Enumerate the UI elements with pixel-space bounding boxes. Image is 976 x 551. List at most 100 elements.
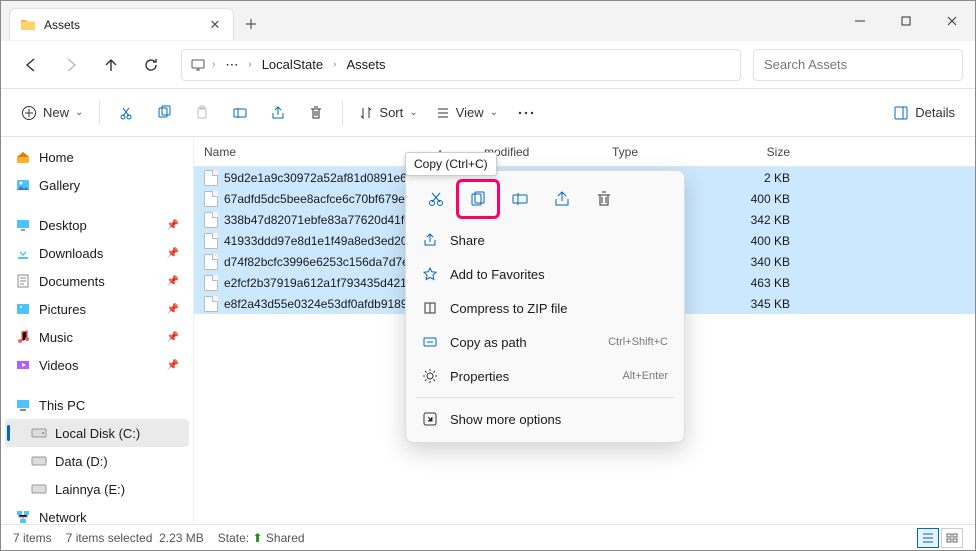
documents-icon xyxy=(15,273,31,289)
pin-icon: 📌 xyxy=(167,276,179,287)
monitor-icon xyxy=(190,57,206,73)
tab-close-button[interactable]: ✕ xyxy=(207,17,223,33)
cut-button[interactable] xyxy=(108,95,144,131)
ctx-cut-button[interactable] xyxy=(416,181,456,217)
command-bar: New ⌄ Sort⌄ View⌄ Details xyxy=(1,89,975,137)
breadcrumb-overflow[interactable]: ⋯ xyxy=(221,55,242,75)
status-selected: 7 items selected 2.23 MB xyxy=(66,531,204,545)
ctx-copy-button[interactable] xyxy=(458,181,498,217)
file-name: d74f82bcfc3996e6253c156da7d7e9 xyxy=(224,255,416,269)
status-state: State: ⬆ Shared xyxy=(218,531,305,545)
gallery-icon xyxy=(15,177,31,193)
star-icon xyxy=(422,266,438,282)
file-name: 338b47d82071ebfe83a77620d41fe2 xyxy=(224,213,418,227)
delete-button[interactable] xyxy=(298,95,334,131)
sidebar-item-network[interactable]: Network xyxy=(5,503,189,524)
maximize-button[interactable] xyxy=(883,1,929,41)
share-button[interactable] xyxy=(260,95,296,131)
up-button[interactable] xyxy=(93,47,129,83)
file-size: 340 KB xyxy=(722,255,800,269)
file-icon xyxy=(204,233,218,249)
tab[interactable]: Assets ✕ xyxy=(9,8,234,40)
details-button[interactable]: Details xyxy=(885,95,963,131)
view-icons-button[interactable] xyxy=(941,528,963,548)
sidebar-item-downloads[interactable]: Downloads📌 xyxy=(5,239,189,267)
column-headers: Name▲ modified Type Size xyxy=(194,137,975,167)
pin-icon: 📌 xyxy=(167,332,179,343)
downloads-icon xyxy=(15,245,31,261)
status-items: 7 items xyxy=(13,531,52,545)
ctx-share[interactable]: Share xyxy=(412,223,678,257)
ctx-rename-button[interactable] xyxy=(500,181,540,217)
file-size: 2 KB xyxy=(722,171,800,185)
sidebar-item-home[interactable]: Home xyxy=(5,143,189,171)
more-button[interactable] xyxy=(508,95,544,131)
sort-button[interactable]: Sort⌄ xyxy=(351,95,425,131)
sidebar-item-desktop[interactable]: Desktop📌 xyxy=(5,211,189,239)
ctx-more[interactable]: Show more options xyxy=(412,402,678,436)
sidebar-item-gallery[interactable]: Gallery xyxy=(5,171,189,199)
view-button[interactable]: View⌄ xyxy=(428,95,506,131)
pin-icon: 📌 xyxy=(167,248,179,259)
tooltip: Copy (Ctrl+C) xyxy=(405,152,497,176)
desktop-icon xyxy=(15,217,31,233)
paste-button[interactable] xyxy=(184,95,220,131)
sidebar-item-lainnya-e[interactable]: Lainnya (E:) xyxy=(5,475,189,503)
ctx-properties[interactable]: PropertiesAlt+Enter xyxy=(412,359,678,393)
file-size: 400 KB xyxy=(722,234,800,248)
sidebar-item-documents[interactable]: Documents📌 xyxy=(5,267,189,295)
col-type[interactable]: Type xyxy=(602,145,722,159)
new-button[interactable]: New ⌄ xyxy=(13,95,91,131)
window-controls xyxy=(837,1,975,41)
pin-icon: 📌 xyxy=(167,360,179,371)
nav-toolbar: › ⋯ › LocalState › Assets Search Assets xyxy=(1,41,975,89)
minimize-button[interactable] xyxy=(837,1,883,41)
ctx-delete-button[interactable] xyxy=(584,181,624,217)
file-name: 59d2e1a9c30972a52af81d0891e672 xyxy=(224,171,420,185)
breadcrumb-item[interactable]: LocalState xyxy=(258,55,327,74)
chevron-right-icon[interactable]: › xyxy=(212,59,215,70)
pictures-icon xyxy=(15,301,31,317)
sidebar-item-thispc[interactable]: This PC xyxy=(5,391,189,419)
context-menu: Share Add to Favorites Compress to ZIP f… xyxy=(405,170,685,443)
ctx-share-button[interactable] xyxy=(542,181,582,217)
sidebar-item-videos[interactable]: Videos📌 xyxy=(5,351,189,379)
file-size: 345 KB xyxy=(722,297,800,311)
network-icon xyxy=(15,509,31,524)
breadcrumb[interactable]: › ⋯ › LocalState › Assets xyxy=(181,49,741,81)
file-icon xyxy=(204,296,218,312)
ctx-favorites[interactable]: Add to Favorites xyxy=(412,257,678,291)
copypath-icon xyxy=(422,334,438,350)
share-icon xyxy=(422,232,438,248)
sidebar-item-localdisk-c[interactable]: Local Disk (C:) xyxy=(5,419,189,447)
chevron-right-icon[interactable]: › xyxy=(333,59,336,70)
file-icon xyxy=(204,191,218,207)
drive-icon xyxy=(31,483,47,495)
file-icon xyxy=(204,275,218,291)
tab-title: Assets xyxy=(44,18,207,32)
forward-button[interactable] xyxy=(53,47,89,83)
sidebar-item-data-d[interactable]: Data (D:) xyxy=(5,447,189,475)
ctx-zip[interactable]: Compress to ZIP file xyxy=(412,291,678,325)
view-details-button[interactable] xyxy=(917,528,939,548)
breadcrumb-item[interactable]: Assets xyxy=(342,55,389,74)
refresh-button[interactable] xyxy=(133,47,169,83)
home-icon xyxy=(15,149,31,165)
search-input[interactable]: Search Assets xyxy=(753,49,963,81)
back-button[interactable] xyxy=(13,47,49,83)
copy-button[interactable] xyxy=(146,95,182,131)
file-name: e2fcf2b37919a612a1f793435d421e3 xyxy=(224,276,420,290)
music-icon xyxy=(15,329,31,345)
new-tab-button[interactable] xyxy=(234,8,268,40)
col-size[interactable]: Size xyxy=(722,145,800,159)
ctx-copypath[interactable]: Copy as pathCtrl+Shift+C xyxy=(412,325,678,359)
sidebar-item-pictures[interactable]: Pictures📌 xyxy=(5,295,189,323)
sidebar: Home Gallery Desktop📌 Downloads📌 Documen… xyxy=(1,137,194,524)
file-name: 67adfd5dc5bee8acfce6c70bf679e7 xyxy=(224,192,412,206)
close-button[interactable] xyxy=(929,1,975,41)
file-size: 463 KB xyxy=(722,276,800,290)
rename-button[interactable] xyxy=(222,95,258,131)
sidebar-item-music[interactable]: Music📌 xyxy=(5,323,189,351)
chevron-right-icon[interactable]: › xyxy=(248,59,251,70)
drive-icon xyxy=(31,427,47,439)
